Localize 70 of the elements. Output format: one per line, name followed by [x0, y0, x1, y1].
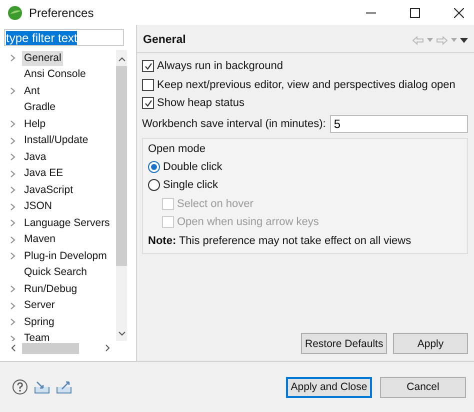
tree-item[interactable]: Run/Debug [22, 282, 80, 297]
checkbox[interactable] [142, 97, 154, 110]
checkbox[interactable] [142, 78, 154, 91]
page-button[interactable]: Restore Defaults [301, 333, 387, 354]
chevron-right-icon[interactable] [10, 153, 16, 162]
scroll-left-icon[interactable] [10, 344, 16, 352]
chevron-right-icon[interactable] [10, 334, 16, 341]
window-title: Preferences [29, 6, 94, 20]
close-icon[interactable] [454, 8, 464, 18]
checkbox-label: Keep next/previous editor, view and perspectives dialog open [157, 78, 456, 91]
tree-item[interactable]: Spring [22, 314, 56, 330]
tree-item[interactable]: Plug-in Developm [22, 248, 109, 264]
chevron-right-icon[interactable] [10, 219, 16, 228]
checkbox-label: Always run in background [157, 60, 283, 72]
dialog-button[interactable]: Apply and Close [286, 376, 372, 398]
view-menu-icon[interactable] [460, 38, 468, 42]
chevron-right-icon[interactable] [10, 318, 16, 326]
tree-item[interactable]: Language Servers [22, 216, 112, 231]
help-icon[interactable] [12, 379, 28, 395]
tree-item[interactable]: JSON [22, 199, 54, 214]
interval-field[interactable]: 5 [330, 114, 468, 132]
tree-item[interactable]: Quick Search [22, 265, 90, 280]
checkbox-label: Open when using arrow keys [177, 216, 319, 228]
tree-item[interactable]: Gradle [22, 100, 58, 116]
tree-item[interactable]: JavaScript [22, 182, 76, 198]
note-text: Note: This preference may not take effect on all views [148, 234, 412, 248]
tree-item[interactable]: Java EE [22, 166, 66, 182]
export-icon[interactable] [56, 380, 72, 394]
filter-field[interactable]: type filter text [4, 29, 124, 46]
chevron-right-icon[interactable] [10, 136, 16, 145]
radio-label: Double click [163, 160, 222, 173]
chevron-right-icon[interactable] [10, 54, 16, 62]
tree-item[interactable]: General [22, 50, 64, 66]
checkbox-label: Select on hover [177, 198, 254, 210]
tree-item[interactable]: Maven [22, 232, 58, 248]
chevron-right-icon[interactable] [10, 236, 16, 244]
chevron-right-icon[interactable] [10, 285, 16, 294]
radio-label: Single click [163, 179, 218, 192]
dropdown-icon[interactable] [427, 38, 433, 42]
app-icon [7, 4, 23, 20]
chevron-right-icon[interactable] [10, 186, 16, 194]
chevron-right-icon[interactable] [10, 170, 16, 178]
page-title: General [143, 34, 186, 46]
scroll-down-icon[interactable] [118, 331, 126, 337]
chevron-right-icon[interactable] [10, 302, 16, 310]
tree-item[interactable]: Install/Update [22, 133, 90, 148]
tree-item[interactable]: Java [22, 150, 48, 165]
tree-item[interactable]: Team [22, 331, 52, 341]
tree-item[interactable]: Ansi Console [22, 67, 88, 82]
dropdown-icon[interactable] [451, 38, 457, 42]
radio-button[interactable] [148, 160, 160, 173]
maximize-icon[interactable] [410, 8, 420, 18]
tree-item[interactable]: Server [22, 298, 57, 314]
radio-button[interactable] [148, 179, 160, 192]
tree-item[interactable]: Help [22, 116, 48, 132]
chevron-right-icon[interactable] [10, 252, 16, 260]
chevron-right-icon[interactable] [10, 120, 16, 128]
chevron-right-icon[interactable] [10, 87, 16, 96]
tree-item[interactable]: Ant [22, 84, 42, 99]
vertical-scrollbar[interactable] [116, 50, 127, 341]
field-label: Workbench save interval (in minutes): [142, 118, 326, 130]
scroll-up-icon[interactable] [118, 56, 126, 62]
checkbox[interactable] [142, 60, 154, 72]
dialog-button[interactable]: Cancel [380, 376, 466, 398]
checkbox-label: Show heap status [157, 97, 244, 110]
import-icon[interactable] [34, 380, 50, 394]
page-button[interactable]: Apply [393, 333, 468, 354]
group-title: Open mode [148, 142, 206, 156]
chevron-right-icon[interactable] [10, 202, 16, 211]
scroll-right-icon[interactable] [105, 344, 111, 352]
